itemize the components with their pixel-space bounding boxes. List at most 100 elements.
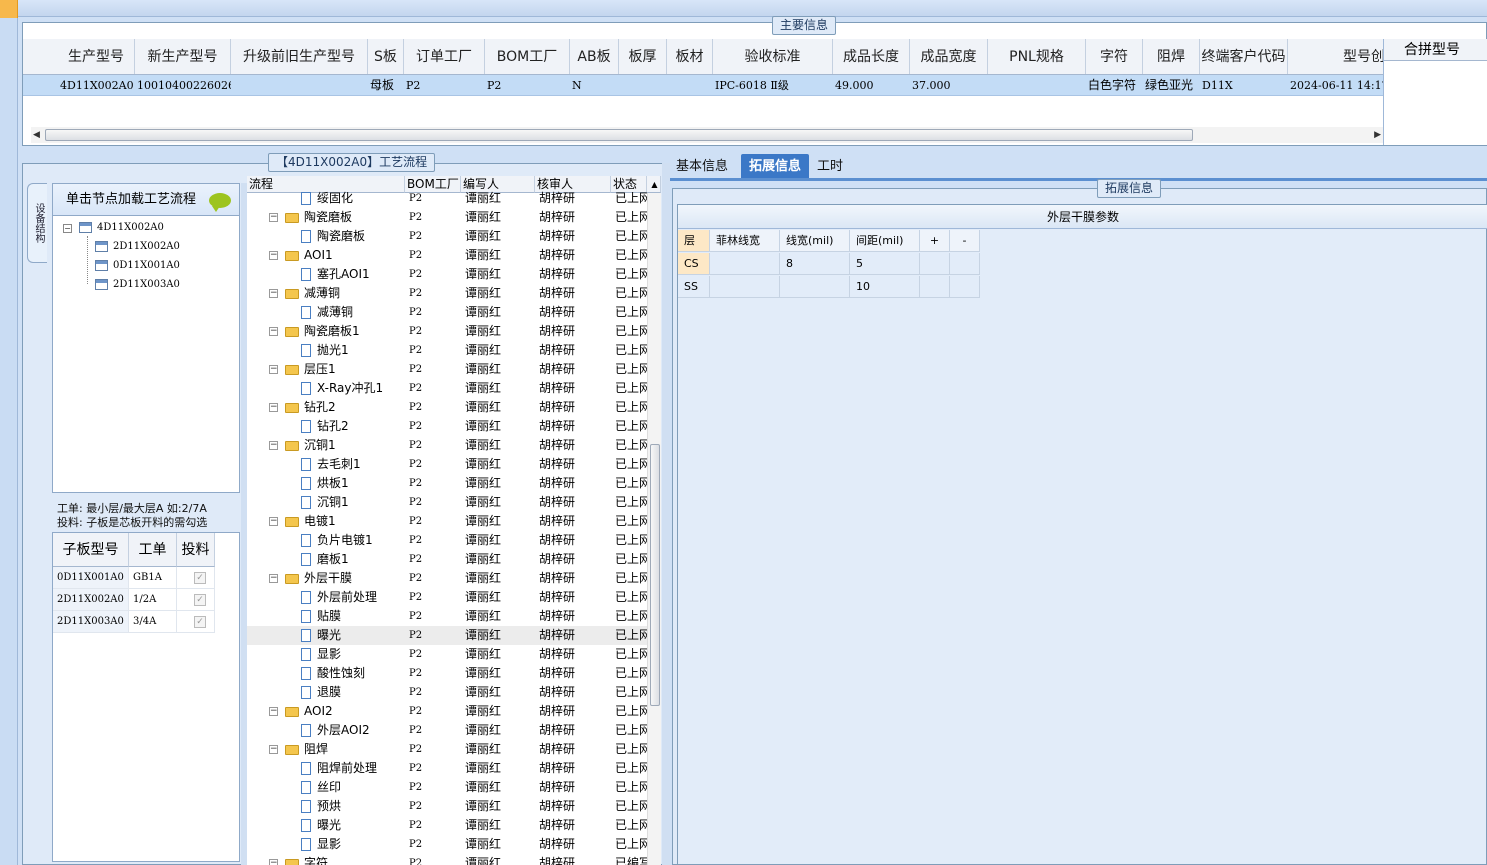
- writer-cell[interactable]: 谭丽红: [465, 607, 535, 626]
- writer-cell[interactable]: 谭丽红: [465, 246, 535, 265]
- grid-cell[interactable]: 4D11X002A0: [58, 75, 135, 95]
- sub-column-header[interactable]: 投料: [177, 533, 215, 567]
- writer-cell[interactable]: 谭丽红: [465, 645, 535, 664]
- sort-up-icon[interactable]: ▲: [647, 176, 661, 193]
- reviewer-cell[interactable]: 胡梓研: [539, 702, 611, 721]
- writer-cell[interactable]: 谭丽红: [465, 721, 535, 740]
- writer-cell[interactable]: 谭丽红: [465, 474, 535, 493]
- reviewer-cell[interactable]: 胡梓研: [539, 417, 611, 436]
- flow-step-row[interactable]: 退膜 P2 谭丽红 胡梓研 已上网: [247, 683, 647, 702]
- feed-checkbox-cell[interactable]: ✓: [177, 567, 215, 589]
- bom-cell[interactable]: P2: [409, 341, 461, 360]
- checkbox[interactable]: ✓: [194, 571, 206, 584]
- reviewer-cell[interactable]: 胡梓研: [539, 531, 611, 550]
- flow-step-row[interactable]: 负片电镀1 P2 谭丽红 胡梓研 已上网: [247, 531, 647, 550]
- grid-cell[interactable]: 49.000: [833, 75, 910, 95]
- checkbox[interactable]: ✓: [194, 615, 206, 628]
- status-cell[interactable]: 已上网: [615, 493, 647, 512]
- status-cell[interactable]: 已上网: [615, 246, 647, 265]
- add-column-button[interactable]: +: [920, 230, 950, 252]
- tab-extended[interactable]: 拓展信息: [741, 154, 809, 179]
- flow-step-row[interactable]: 贴膜 P2 谭丽红 胡梓研 已上网: [247, 607, 647, 626]
- bom-cell[interactable]: P2: [409, 531, 461, 550]
- bom-cell[interactable]: P2: [409, 474, 461, 493]
- reviewer-cell[interactable]: 胡梓研: [539, 436, 611, 455]
- expand-icon[interactable]: −: [269, 327, 278, 336]
- writer-cell[interactable]: 谭丽红: [465, 854, 535, 865]
- expand-icon[interactable]: −: [269, 365, 278, 374]
- status-cell[interactable]: 已上网: [615, 379, 647, 398]
- sub-grid-cell[interactable]: 2D11X003A0: [53, 611, 129, 633]
- bom-cell[interactable]: P2: [409, 569, 461, 588]
- sub-column-header[interactable]: 工单: [129, 533, 177, 567]
- grid-cell[interactable]: N: [570, 75, 619, 95]
- flow-group-row[interactable]: − 阻焊 P2 谭丽红 胡梓研 已上网: [247, 740, 647, 759]
- grid-cell[interactable]: 母板: [368, 75, 404, 95]
- bom-cell[interactable]: P2: [409, 265, 461, 284]
- column-header[interactable]: 验收标准: [713, 39, 833, 74]
- feed-checkbox-cell[interactable]: ✓: [177, 589, 215, 611]
- writer-cell[interactable]: 谭丽红: [465, 816, 535, 835]
- column-header[interactable]: 升级前旧生产型号: [231, 39, 368, 74]
- status-cell[interactable]: 已上网: [615, 531, 647, 550]
- flow-step-row[interactable]: 抛光1 P2 谭丽红 胡梓研 已上网: [247, 341, 647, 360]
- sub-grid-cell[interactable]: 2D11X002A0: [53, 589, 129, 611]
- bom-cell[interactable]: P2: [409, 645, 461, 664]
- expand-icon[interactable]: −: [269, 745, 278, 754]
- flow-name-cell[interactable]: 塞孔AOI1: [301, 265, 405, 284]
- writer-cell[interactable]: 谭丽红: [465, 360, 535, 379]
- flow-name-cell[interactable]: 减薄铜: [285, 284, 405, 303]
- grid-cell[interactable]: P2: [485, 75, 570, 95]
- bom-cell[interactable]: P2: [409, 759, 461, 778]
- flow-name-cell[interactable]: 预烘: [301, 797, 405, 816]
- layer-column-header[interactable]: 层: [678, 230, 710, 252]
- bom-cell[interactable]: P2: [409, 208, 461, 227]
- writer-cell[interactable]: 谭丽红: [465, 664, 535, 683]
- status-cell[interactable]: 已上网: [615, 645, 647, 664]
- writer-cell[interactable]: 谭丽红: [465, 588, 535, 607]
- bom-cell[interactable]: P2: [409, 417, 461, 436]
- bom-cell[interactable]: P2: [409, 607, 461, 626]
- flow-name-cell[interactable]: 钻孔2: [301, 417, 405, 436]
- flow-group-row[interactable]: − AOI1 P2 谭丽红 胡梓研 已上网: [247, 246, 647, 265]
- bom-cell[interactable]: P2: [409, 550, 461, 569]
- expand-icon[interactable]: −: [269, 289, 278, 298]
- flow-group-row[interactable]: − AOI2 P2 谭丽红 胡梓研 已上网: [247, 702, 647, 721]
- status-cell[interactable]: 已上网: [615, 683, 647, 702]
- reviewer-cell[interactable]: 胡梓研: [539, 227, 611, 246]
- flow-name-cell[interactable]: 外层前处理: [301, 588, 405, 607]
- grid-cell[interactable]: 白色字符: [1086, 75, 1143, 95]
- reviewer-cell[interactable]: 胡梓研: [539, 664, 611, 683]
- flow-name-cell[interactable]: 外层干膜: [285, 569, 405, 588]
- flow-step-row[interactable]: 外层前处理 P2 谭丽红 胡梓研 已上网: [247, 588, 647, 607]
- writer-cell[interactable]: 谭丽红: [465, 436, 535, 455]
- column-header[interactable]: 板材: [667, 39, 713, 74]
- grid-cell[interactable]: 绿色亚光: [1143, 75, 1200, 95]
- column-header[interactable]: BOM工厂: [485, 39, 570, 74]
- flow-name-cell[interactable]: 减薄铜: [301, 303, 405, 322]
- status-cell[interactable]: 已上网: [615, 284, 647, 303]
- flow-step-row[interactable]: 绥固化 P2 谭丽红 胡梓研 已上网: [247, 189, 647, 208]
- status-cell[interactable]: 已上网: [615, 569, 647, 588]
- flow-step-row[interactable]: 曝光 P2 谭丽红 胡梓研 已上网: [247, 816, 647, 835]
- grid-cell[interactable]: [619, 75, 667, 95]
- reviewer-cell[interactable]: 胡梓研: [539, 341, 611, 360]
- flow-step-row[interactable]: 显影 P2 谭丽红 胡梓研 已上网: [247, 835, 647, 854]
- bom-cell[interactable]: P2: [409, 284, 461, 303]
- flow-step-row[interactable]: 曝光 P2 谭丽红 胡梓研 已上网: [247, 626, 647, 645]
- layer-cell[interactable]: 10: [850, 276, 920, 298]
- flow-step-row[interactable]: X-Ray冲孔1 P2 谭丽红 胡梓研 已上网: [247, 379, 647, 398]
- sub-grid-cell[interactable]: 1/2A: [129, 589, 177, 611]
- scroll-right-icon[interactable]: ▶: [1374, 130, 1381, 140]
- expand-icon[interactable]: −: [269, 251, 278, 260]
- writer-cell[interactable]: 谭丽红: [465, 398, 535, 417]
- flow-group-row[interactable]: − 陶瓷磨板 P2 谭丽红 胡梓研 已上网: [247, 208, 647, 227]
- bom-cell[interactable]: P2: [409, 379, 461, 398]
- flow-step-row[interactable]: 减薄铜 P2 谭丽红 胡梓研 已上网: [247, 303, 647, 322]
- checkbox[interactable]: ✓: [194, 593, 206, 606]
- layer-cell[interactable]: 8: [780, 253, 850, 275]
- column-header[interactable]: 新生产型号: [135, 39, 231, 74]
- reviewer-cell[interactable]: 胡梓研: [539, 512, 611, 531]
- writer-cell[interactable]: 谭丽红: [465, 303, 535, 322]
- bom-cell[interactable]: P2: [409, 835, 461, 854]
